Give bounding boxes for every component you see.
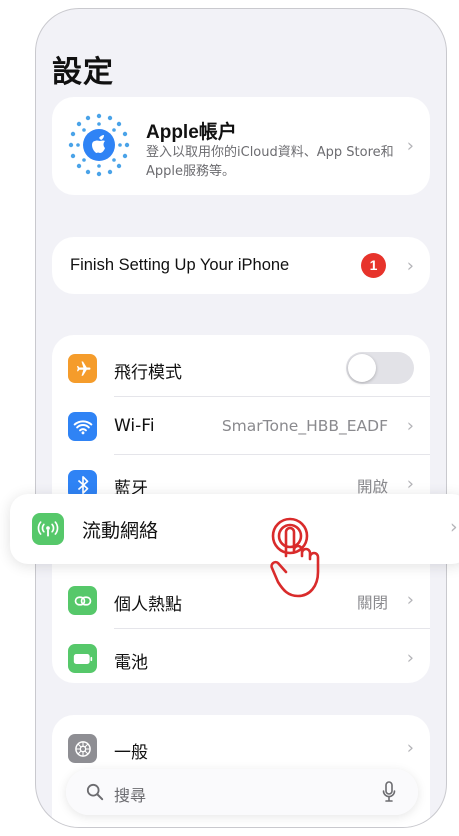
settings-row-airplane-mode[interactable]: 飛行模式 (52, 339, 430, 397)
microphone-icon[interactable] (382, 781, 396, 803)
settings-row-battery[interactable]: 電池 › (52, 629, 430, 687)
finish-setup-card[interactable]: Finish Setting Up Your iPhone 1 › (52, 237, 430, 294)
apple-account-card[interactable]: Apple帳户 登入以取用你的iCloud資料、App Store和Apple服… (52, 97, 430, 195)
airplane-icon (68, 354, 97, 383)
account-name: Apple帳户 (146, 122, 237, 143)
chevron-right-icon: › (450, 516, 458, 538)
search-field[interactable]: 搜尋 (66, 769, 418, 815)
search-icon (86, 783, 104, 801)
cellular-label: 流動網絡 (82, 520, 159, 542)
settings-row-cellular-highlighted[interactable]: 流動網絡 › (10, 494, 459, 564)
apple-account-icon (68, 113, 130, 177)
general-label: 一般 (114, 743, 148, 763)
battery-label: 電池 (114, 653, 148, 673)
wifi-network-name: SmarTone_HBB_EADF (221, 417, 388, 435)
chevron-right-icon: › (406, 589, 414, 611)
cellular-antenna-icon (32, 513, 64, 545)
wifi-label: Wi-Fi (114, 416, 155, 436)
phone-frame: 設定 Apple帳户 登入以取用你的iCloud資料、App Store和App… (35, 8, 447, 828)
personal-hotspot-label: 個人熱點 (114, 595, 182, 615)
tap-hand-icon (270, 517, 320, 598)
chevron-right-icon: › (406, 415, 414, 437)
gear-icon (68, 734, 97, 763)
search-placeholder: 搜尋 (114, 786, 147, 805)
airplane-mode-label: 飛行模式 (114, 363, 182, 383)
personal-hotspot-status: 關閉 (356, 594, 388, 612)
chevron-right-icon: › (406, 255, 414, 276)
finish-setup-label: Finish Setting Up Your iPhone (70, 256, 290, 274)
notification-badge: 1 (361, 253, 386, 278)
wifi-icon (68, 412, 97, 441)
link-icon (68, 586, 97, 615)
chevron-right-icon: › (406, 647, 414, 669)
airplane-mode-toggle[interactable] (346, 352, 414, 384)
account-description: 登入以取用你的iCloud資料、App Store和Apple服務等。 (146, 145, 394, 179)
page-title: 設定 (52, 55, 114, 90)
chevron-right-icon: › (406, 473, 414, 495)
settings-row-personal-hotspot[interactable]: 個人熱點 關閉 › (52, 571, 430, 629)
settings-row-wifi[interactable]: Wi-Fi SmarTone_HBB_EADF › (52, 397, 430, 455)
battery-icon (68, 644, 97, 673)
chevron-right-icon: › (406, 737, 414, 759)
chevron-right-icon: › (406, 135, 414, 157)
